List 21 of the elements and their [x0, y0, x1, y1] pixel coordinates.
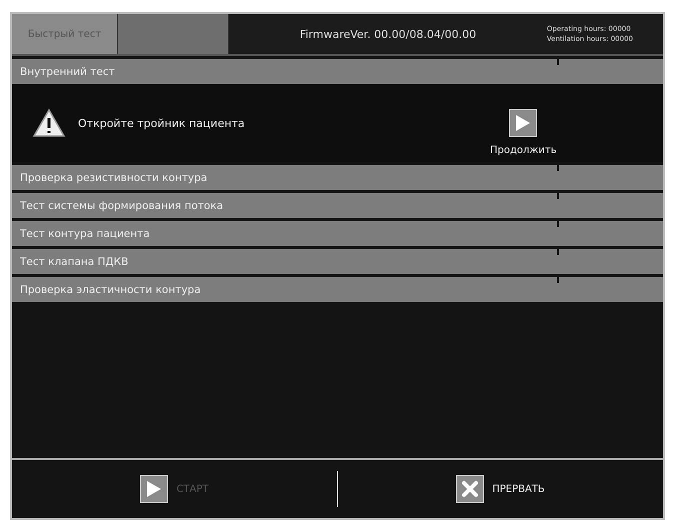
- play-icon: [515, 114, 532, 132]
- test-name: Проверка резистивности контура: [20, 172, 208, 184]
- tab[interactable]: [118, 14, 229, 54]
- test-name: Проверка эластичности контура: [20, 284, 201, 296]
- test-row[interactable]: Тест контура пациента: [12, 221, 663, 246]
- test-name: Внутренний тест: [20, 66, 115, 78]
- test-row[interactable]: Проверка резистивности контура: [12, 165, 663, 190]
- instruction-text: Откройте тройник пациента: [78, 116, 246, 130]
- test-row[interactable]: Проверка эластичности контура: [12, 277, 663, 302]
- test-row[interactable]: Внутренний тест: [12, 59, 663, 84]
- warning-icon: [32, 108, 66, 138]
- test-name: Тест клапана ПДКВ: [20, 256, 128, 268]
- test-name: Тест контура пациента: [20, 228, 150, 240]
- close-icon: [461, 480, 480, 498]
- test-row[interactable]: Тест клапана ПДКВ: [12, 249, 663, 274]
- test-row[interactable]: Тест системы формирования потока: [12, 193, 663, 218]
- continue-button[interactable]: Продолжить: [490, 108, 557, 156]
- firmware-version: FirmwareVer. 00.00/08.04/00.00: [298, 28, 478, 40]
- play-icon: [146, 480, 162, 498]
- test-name: Тест системы формирования потока: [20, 200, 224, 212]
- abort-button[interactable]: ПРЕРВАТЬ: [456, 475, 545, 503]
